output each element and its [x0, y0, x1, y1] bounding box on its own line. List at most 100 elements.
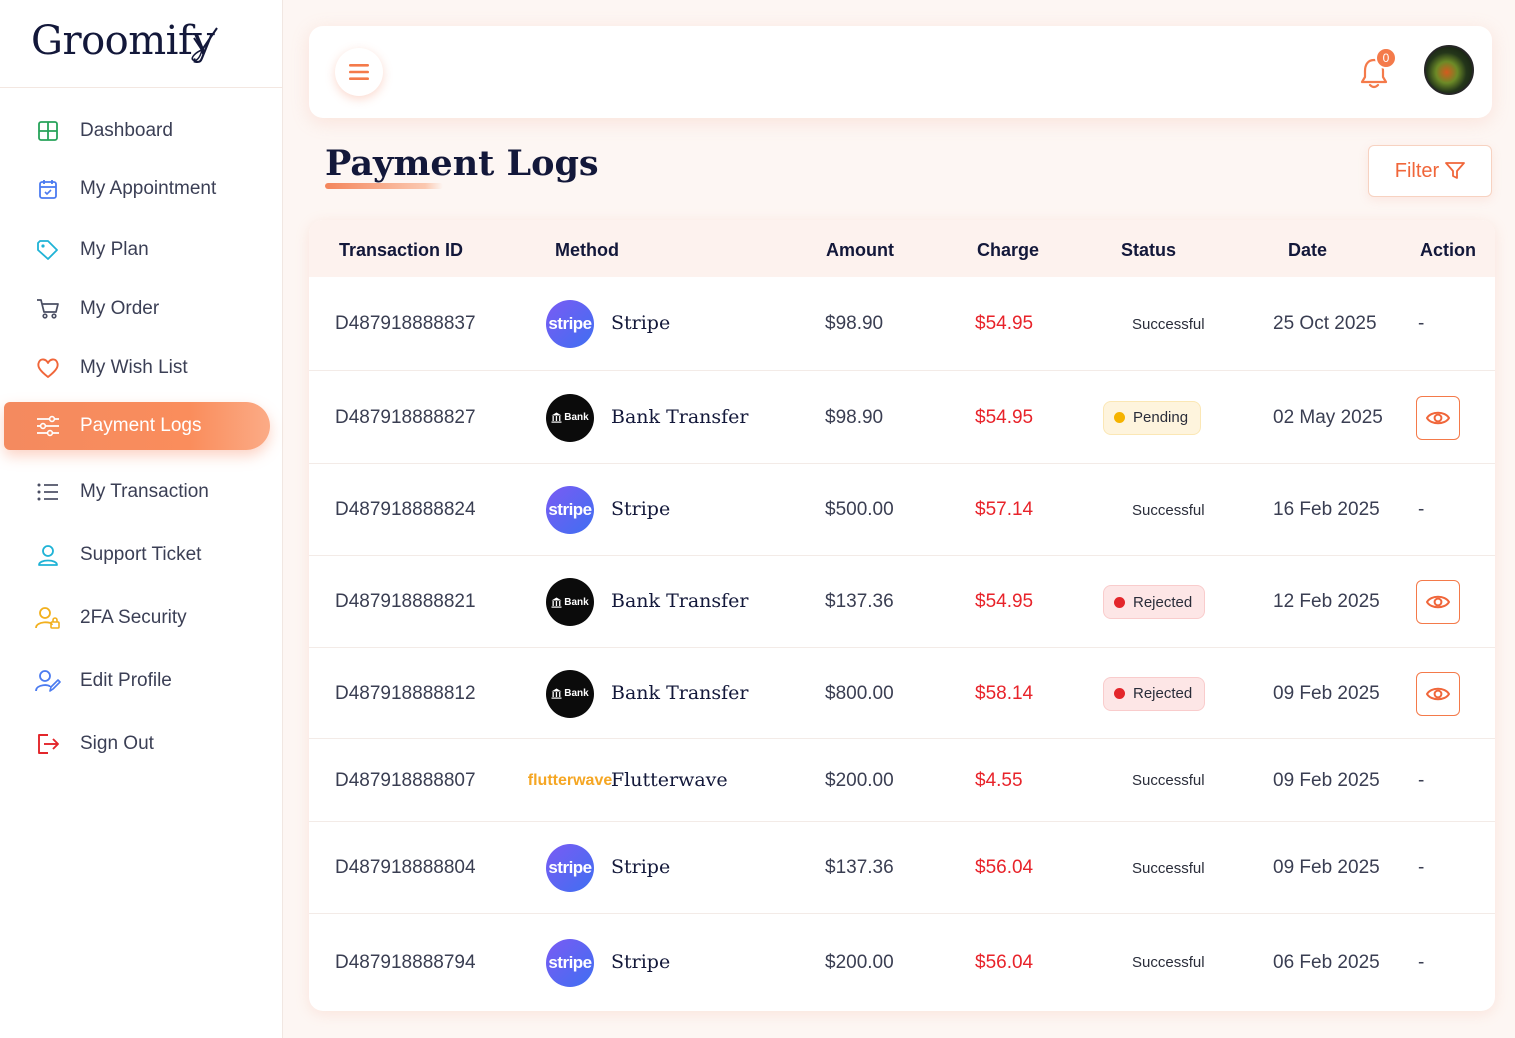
stripe-logo-icon: stripe	[546, 844, 594, 892]
table-row: D487918888827 Bank Bank Transfer $98.90 $54.…	[309, 371, 1495, 464]
grid-icon	[35, 118, 61, 144]
date: 06 Feb 2025	[1273, 951, 1380, 973]
menu-toggle-button[interactable]	[335, 48, 383, 96]
avatar[interactable]	[1424, 45, 1474, 95]
view-button[interactable]	[1416, 580, 1460, 624]
view-button[interactable]	[1416, 395, 1460, 440]
method-name: Stripe	[611, 498, 671, 520]
transaction-id: D487918888807	[335, 769, 476, 791]
view-button[interactable]	[1416, 671, 1460, 716]
transaction-id: D487918888812	[335, 682, 476, 704]
status-badge: Rejected	[1103, 676, 1206, 711]
sidebar-item-edit-profile[interactable]: Edit Profile	[0, 661, 270, 701]
date: 12 Feb 2025	[1273, 591, 1380, 612]
amount: $137.36	[825, 591, 894, 612]
filter-button[interactable]: Filter	[1368, 145, 1492, 197]
header-date: Date	[1288, 240, 1328, 260]
brand-logo[interactable]: Groomify	[31, 18, 219, 64]
user-support-icon	[35, 542, 61, 568]
amount: $98.90	[825, 406, 884, 428]
eye-icon	[1426, 594, 1450, 610]
sidebar-item-my-plan[interactable]: My Plan	[0, 230, 270, 270]
hamburger-icon	[349, 64, 369, 80]
amount: $98.90	[825, 313, 884, 334]
flutterwave-logo-icon: flutterwave	[528, 757, 612, 805]
bank-building-icon	[551, 597, 562, 608]
status-badge: Pending	[1103, 400, 1202, 435]
sidebar-item-support-ticket[interactable]: Support Ticket	[0, 535, 270, 575]
header-action: Action	[1420, 240, 1476, 260]
transaction-id: D487918888794	[335, 951, 476, 973]
sidebar-item-my-appointment[interactable]: My Appointment	[0, 169, 270, 209]
sidebar: Groomify Dashboard My Appointment My Plan M…	[0, 0, 283, 1038]
sidebar-item-label: Support Ticket	[80, 544, 202, 565]
table-row: D487918888807 flutterwave Flutterwave $200.…	[309, 739, 1495, 822]
sidebar-item-my-order[interactable]: My Order	[0, 289, 270, 329]
sidebar-item-label: My Transaction	[80, 481, 209, 502]
method-name: Flutterwave	[611, 768, 728, 791]
charge: $4.55	[975, 769, 1023, 791]
sidebar-item-my-transaction[interactable]: My Transaction	[0, 472, 270, 512]
table-row: D487918888812 Bank Bank Transfer $800.00 $58…	[309, 648, 1495, 739]
sign-out-icon	[35, 731, 61, 757]
status-label: Successful	[1132, 859, 1205, 877]
method-logo-text: stripe	[548, 500, 592, 519]
amount: $200.00	[825, 769, 894, 791]
method-logo-text: Bank	[564, 688, 589, 699]
method-logo-text: stripe	[548, 314, 592, 333]
logo-check-icon	[191, 27, 219, 62]
status-dot-icon	[1114, 688, 1125, 699]
topbar: 0	[309, 26, 1492, 118]
status-label: Successful	[1132, 772, 1205, 789]
sidebar-item-label: My Appointment	[80, 178, 217, 199]
date: 09 Feb 2025	[1273, 857, 1380, 878]
sidebar-item-my-wish-list[interactable]: My Wish List	[0, 348, 270, 388]
sidebar-item-label: My Order	[80, 298, 160, 319]
amount: $800.00	[825, 682, 894, 704]
status-dot-icon	[1114, 412, 1125, 423]
logo-area: Groomify	[0, 0, 282, 88]
charge: $56.04	[975, 857, 1034, 878]
charge: $54.95	[975, 406, 1034, 428]
charge: $58.14	[975, 682, 1034, 704]
table-row: D487918888837 stripe Stripe $98.90 $54.95 Suc…	[309, 277, 1495, 371]
amount: $500.00	[825, 499, 894, 520]
bank-building-icon	[551, 688, 562, 699]
user-edit-icon	[35, 668, 61, 694]
table-row: D487918888804 stripe Stripe $137.36 $56.04 Su…	[309, 822, 1495, 914]
date: 16 Feb 2025	[1273, 499, 1380, 520]
sidebar-item-label: Payment Logs	[80, 415, 202, 436]
sidebar-item-sign-out[interactable]: Sign Out	[0, 724, 270, 764]
transaction-id: D487918888821	[335, 591, 476, 612]
bank-logo-icon: Bank	[546, 393, 594, 442]
action-placeholder: -	[1418, 769, 1425, 791]
header-status: Status	[1121, 240, 1177, 260]
method-logo-text: Bank	[564, 596, 589, 608]
sidebar-item-payment-logs[interactable]: Payment Logs	[4, 402, 270, 450]
method-name: Bank Transfer	[611, 681, 749, 704]
date: 09 Feb 2025	[1273, 682, 1380, 704]
sidebar-item-label: My Plan	[80, 239, 149, 260]
status-label: Pending	[1133, 409, 1189, 426]
method-name: Stripe	[611, 312, 671, 334]
sidebar-item-2fa-security[interactable]: 2FA Security	[0, 598, 270, 638]
amount: $137.36	[825, 857, 894, 878]
page-title: Payment Logs	[325, 143, 599, 184]
table-row: D487918888821 Bank Bank Transfer $137.36 $54…	[309, 556, 1495, 648]
tag-icon	[35, 237, 61, 263]
table-row: D487918888794 stripe Stripe $200.00 $56.04 Su…	[309, 914, 1495, 1011]
filter-label: Filter	[1394, 159, 1440, 182]
status-dot-icon	[1113, 957, 1124, 968]
sidebar-item-dashboard[interactable]: Dashboard	[0, 111, 270, 151]
stripe-logo-icon: stripe	[546, 938, 594, 987]
method-logo-text: stripe	[548, 858, 592, 877]
status-dot-icon	[1113, 775, 1124, 786]
date: 02 May 2025	[1273, 406, 1383, 428]
status-badge: Successful	[1103, 851, 1217, 885]
status-badge: Successful	[1103, 764, 1217, 798]
header-charge: Charge	[977, 240, 1040, 260]
charge: $56.04	[975, 951, 1034, 973]
method-name: Bank Transfer	[611, 405, 749, 428]
status-label: Successful	[1132, 315, 1205, 333]
amount: $200.00	[825, 951, 894, 973]
